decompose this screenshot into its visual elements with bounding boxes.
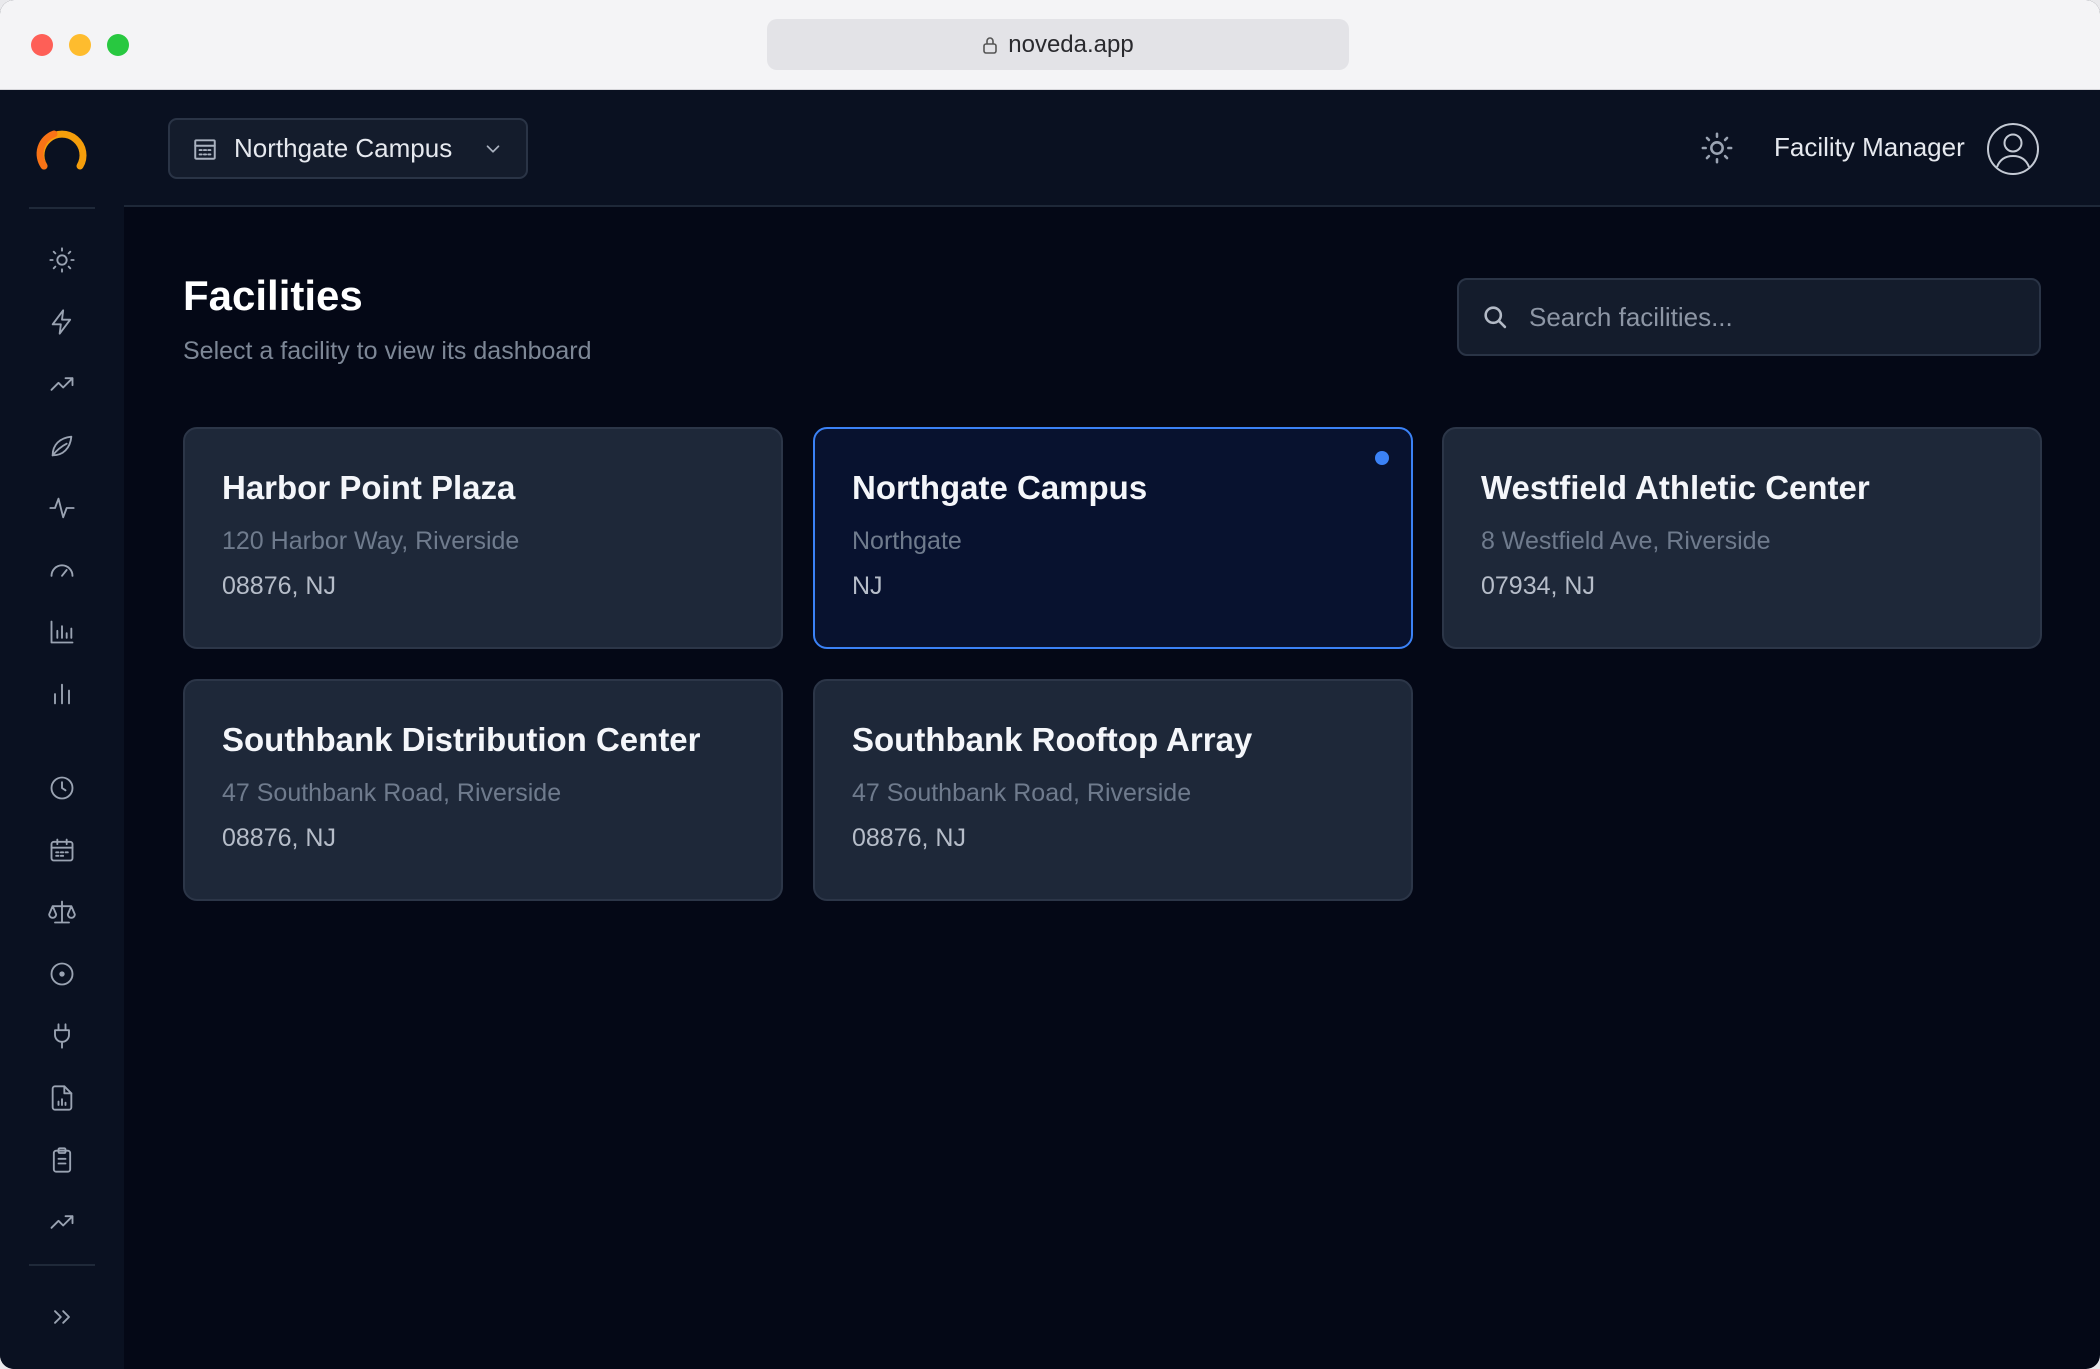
- facility-zip-state: 08876, NJ: [852, 824, 966, 852]
- facility-address: 47 Southbank Road, Riverside: [852, 779, 1192, 807]
- facility-name: Southbank Distribution Center: [222, 721, 701, 758]
- browser-window: noveda.app Northgate Campus Facility Man…: [0, 0, 2100, 1369]
- facility-card-northgate-campus[interactable]: Northgate Campus Northgate NJ: [813, 427, 1413, 649]
- facility-name: Westfield Athletic Center: [1481, 469, 1870, 506]
- page-title: Facilities: [183, 272, 363, 319]
- chevron-down-icon: [486, 144, 500, 153]
- facility-card-southbank-rooftop-array[interactable]: Southbank Rooftop Array 47 Southbank Roa…: [813, 679, 1413, 901]
- bar-chart-icon[interactable]: [46, 616, 78, 648]
- close-window-button[interactable]: [31, 34, 53, 56]
- target-icon[interactable]: [46, 958, 78, 990]
- facility-address: Northgate: [852, 527, 962, 555]
- sun-icon: [1701, 132, 1733, 164]
- trending-up-icon[interactable]: [46, 368, 78, 400]
- facility-zip-state: 07934, NJ: [1481, 572, 1595, 600]
- user-name[interactable]: Facility Manager: [1774, 132, 1965, 163]
- facility-name: Southbank Rooftop Array: [852, 721, 1253, 758]
- sidebar: [0, 90, 124, 1369]
- facility-card-harbor-point-plaza[interactable]: Harbor Point Plaza 120 Harbor Way, River…: [183, 427, 783, 649]
- search-icon: [1484, 306, 1507, 329]
- chevrons-right-icon[interactable]: [46, 1301, 78, 1333]
- theme-toggle-button[interactable]: [1697, 128, 1737, 168]
- search-input[interactable]: [1529, 301, 2017, 333]
- minimize-window-button[interactable]: [69, 34, 91, 56]
- facility-name: Northgate Campus: [852, 469, 1148, 506]
- sidebar-divider: [29, 207, 95, 209]
- plug-icon[interactable]: [46, 1020, 78, 1052]
- page-subtitle: Select a facility to view its dashboard: [183, 337, 592, 365]
- calendar-icon[interactable]: [46, 834, 78, 866]
- browser-titlebar: noveda.app: [0, 0, 2100, 90]
- top-header: Northgate Campus Facility Manager: [124, 90, 2100, 207]
- noveda-logo-icon[interactable]: [34, 122, 90, 178]
- facility-zip-state: 08876, NJ: [222, 572, 336, 600]
- selected-indicator: [1375, 451, 1389, 465]
- sidebar-divider: [29, 1264, 95, 1266]
- lock-icon: [983, 36, 998, 54]
- bar-chart-simple-icon[interactable]: [46, 678, 78, 710]
- facility-name: Harbor Point Plaza: [222, 469, 516, 506]
- user-circle-icon: [1987, 123, 2039, 175]
- campus-selector[interactable]: Northgate Campus: [168, 118, 528, 179]
- facility-address: 47 Southbank Road, Riverside: [222, 779, 562, 807]
- clock-icon[interactable]: [46, 772, 78, 804]
- facility-card-southbank-distribution-center[interactable]: Southbank Distribution Center 47 Southba…: [183, 679, 783, 901]
- gauge-icon[interactable]: [46, 554, 78, 586]
- scale-icon[interactable]: [46, 896, 78, 928]
- facility-zip-state: 08876, NJ: [222, 824, 336, 852]
- facility-card-westfield-athletic-center[interactable]: Westfield Athletic Center 8 Westfield Av…: [1442, 427, 2042, 649]
- trending-up-icon[interactable]: [46, 1206, 78, 1238]
- campus-selector-label: Northgate Campus: [234, 133, 453, 163]
- building-icon: [194, 138, 216, 160]
- facility-address: 120 Harbor Way, Riverside: [222, 527, 520, 555]
- maximize-window-button[interactable]: [107, 34, 129, 56]
- facility-address: 8 Westfield Ave, Riverside: [1481, 527, 1771, 555]
- lightning-icon[interactable]: [46, 306, 78, 338]
- activity-icon[interactable]: [46, 492, 78, 524]
- avatar[interactable]: [1986, 122, 2040, 176]
- clipboard-icon[interactable]: [46, 1144, 78, 1176]
- sun-icon[interactable]: [46, 244, 78, 276]
- url-text: noveda.app: [1008, 30, 1134, 58]
- address-bar[interactable]: noveda.app: [767, 19, 1349, 70]
- facility-zip-state: NJ: [852, 572, 883, 600]
- leaf-icon[interactable]: [46, 430, 78, 462]
- search-box[interactable]: [1457, 278, 2041, 356]
- file-chart-icon[interactable]: [46, 1082, 78, 1114]
